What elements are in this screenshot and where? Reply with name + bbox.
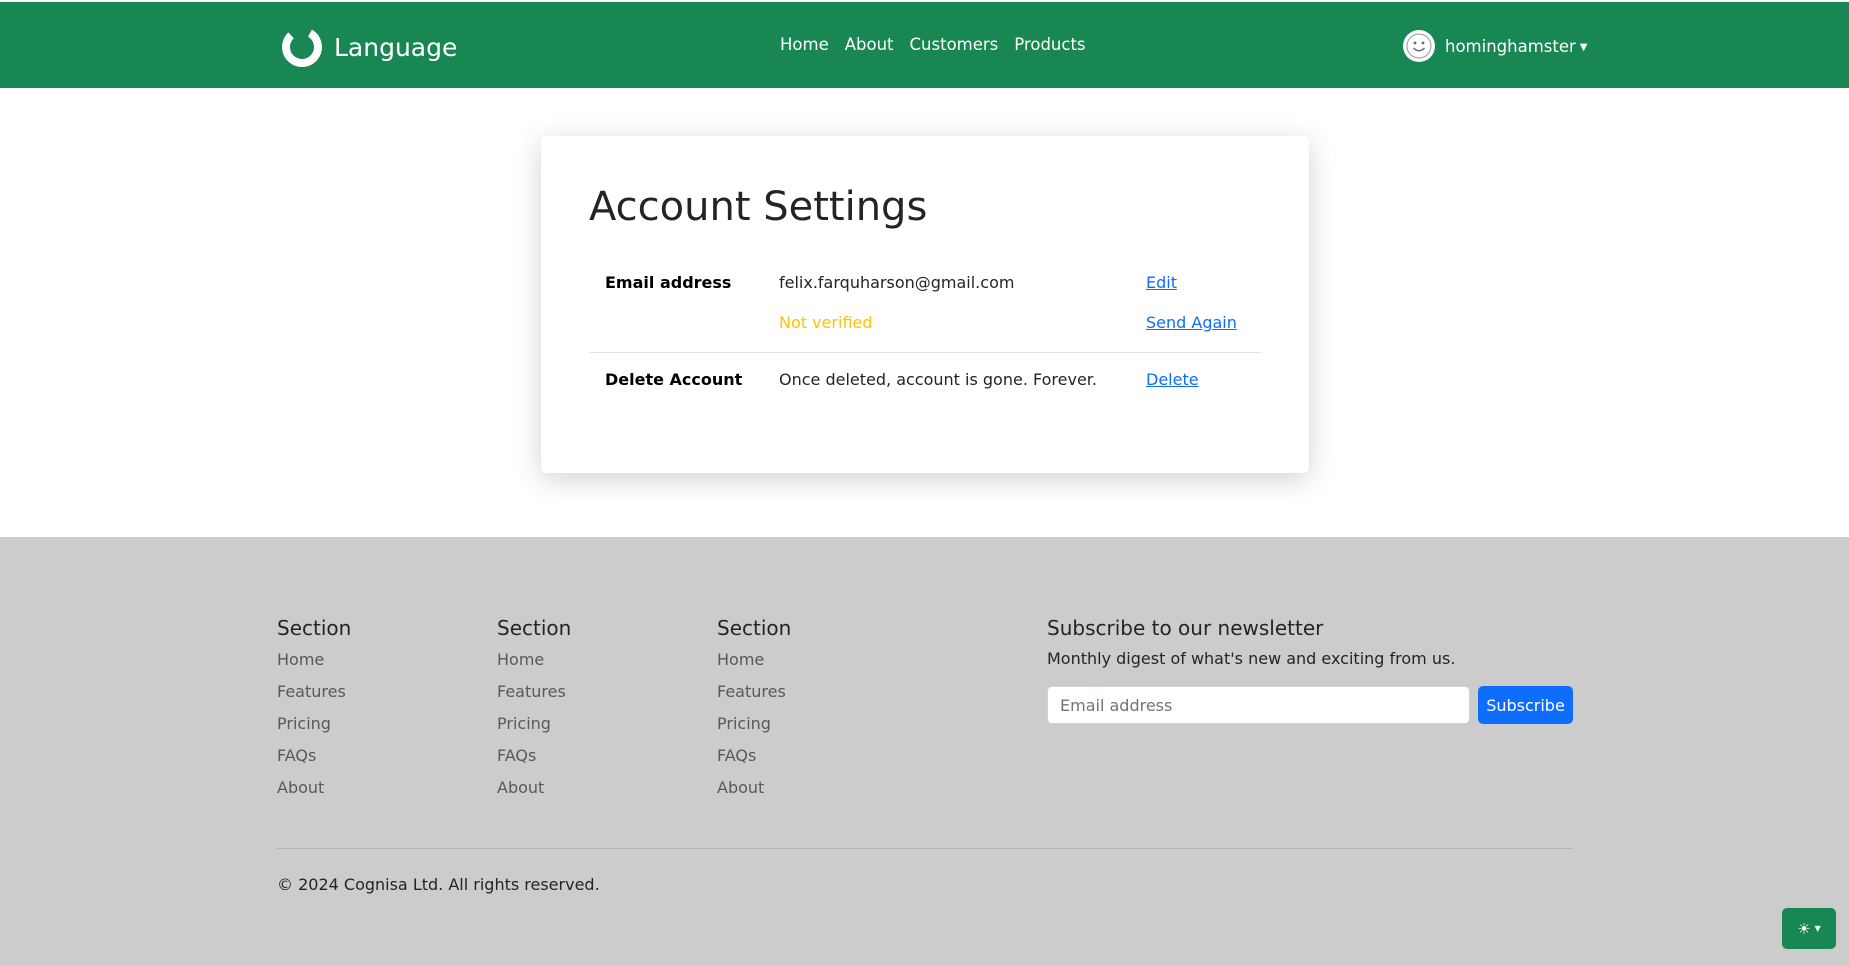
footer-link-faqs[interactable]: FAQs xyxy=(717,745,791,777)
footer-link-about[interactable]: About xyxy=(717,777,791,809)
footer-section-3: Section Home Features Pricing FAQs About xyxy=(717,616,791,809)
email-value: felix.farquharson@gmail.com xyxy=(779,273,1015,292)
footer-link-home[interactable]: Home xyxy=(277,649,351,681)
account-settings-card: Account Settings Email address felix.far… xyxy=(541,136,1309,473)
nav-products[interactable]: Products xyxy=(1014,35,1085,54)
footer-link-faqs[interactable]: FAQs xyxy=(497,745,571,777)
caret-down-icon: ▼ xyxy=(1814,924,1821,933)
footer-link-pricing[interactable]: Pricing xyxy=(717,713,791,745)
nav-home[interactable]: Home xyxy=(780,35,829,54)
newsletter-input-row: Subscribe xyxy=(1047,686,1573,724)
newsletter-subtitle: Monthly digest of what's new and excitin… xyxy=(1047,649,1456,668)
sun-icon: ☀ xyxy=(1797,919,1811,938)
newsletter-form: Subscribe to our newsletter Monthly dige… xyxy=(1047,616,1573,724)
delete-account-text: Once deleted, account is gone. Forever. xyxy=(779,370,1097,389)
smiley-face-icon xyxy=(1406,33,1432,59)
footer-link-features[interactable]: Features xyxy=(277,681,351,713)
footer-link-home[interactable]: Home xyxy=(717,649,791,681)
copyright-text: © 2024 Cognisa Ltd. All rights reserved. xyxy=(277,875,600,894)
footer-section-1: Section Home Features Pricing FAQs About xyxy=(277,616,351,809)
footer-section-2: Section Home Features Pricing FAQs About xyxy=(497,616,571,809)
page-title: Account Settings xyxy=(589,184,928,230)
footer-link-faqs[interactable]: FAQs xyxy=(277,745,351,777)
edit-email-link[interactable]: Edit xyxy=(1146,273,1177,292)
footer-section-title: Section xyxy=(497,616,572,640)
user-menu[interactable]: hominghamster ▼ xyxy=(1403,30,1588,62)
footer-link-pricing[interactable]: Pricing xyxy=(277,713,351,745)
footer-link-pricing[interactable]: Pricing xyxy=(497,713,571,745)
footer-link-about[interactable]: About xyxy=(277,777,351,809)
footer-divider xyxy=(277,848,1573,849)
verification-status: Not verified xyxy=(779,313,873,332)
footer-section-title: Section xyxy=(277,616,352,640)
email-label: Email address xyxy=(605,273,732,292)
newsletter-email-input[interactable] xyxy=(1047,686,1470,724)
footer-link-about[interactable]: About xyxy=(497,777,571,809)
newsletter-title: Subscribe to our newsletter xyxy=(1047,616,1324,640)
delete-account-link[interactable]: Delete xyxy=(1146,370,1199,389)
footer: Section Home Features Pricing FAQs About… xyxy=(0,537,1849,966)
theme-toggle-button[interactable]: ☀ ▼ xyxy=(1782,908,1836,949)
footer-section-title: Section xyxy=(717,616,792,640)
send-again-link[interactable]: Send Again xyxy=(1146,313,1237,332)
row-divider xyxy=(589,352,1261,353)
nav-customers[interactable]: Customers xyxy=(910,35,999,54)
brand[interactable]: Language xyxy=(280,25,457,69)
footer-link-features[interactable]: Features xyxy=(717,681,791,713)
subscribe-button[interactable]: Subscribe xyxy=(1478,686,1573,724)
avatar xyxy=(1403,30,1435,62)
main-nav: Home About Customers Products xyxy=(780,35,1086,54)
footer-link-features[interactable]: Features xyxy=(497,681,571,713)
nav-about[interactable]: About xyxy=(845,35,894,54)
footer-link-home[interactable]: Home xyxy=(497,649,571,681)
caret-down-icon: ▼ xyxy=(1579,41,1588,53)
ring-logo-icon xyxy=(282,27,322,67)
brand-name: Language xyxy=(334,32,458,62)
delete-account-label: Delete Account xyxy=(605,370,743,389)
top-navbar: Language Home About Customers Products h… xyxy=(0,2,1849,88)
username: hominghamster xyxy=(1445,36,1576,56)
